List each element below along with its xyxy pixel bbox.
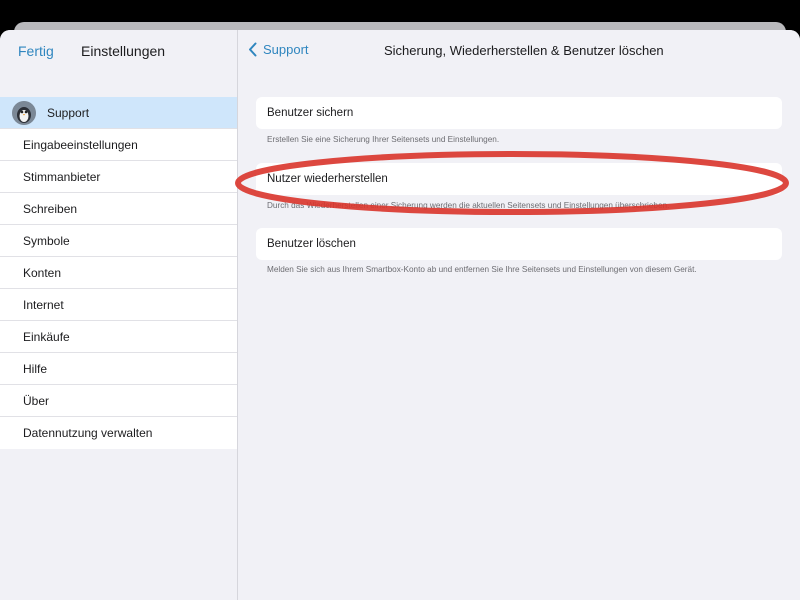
- sidebar-item-label: Einkäufe: [23, 329, 70, 344]
- sidebar-item-datennutzung[interactable]: Datennutzung verwalten: [0, 417, 237, 449]
- back-button[interactable]: Support: [248, 42, 309, 57]
- sidebar-title: Einstellungen: [81, 43, 166, 59]
- sidebar-item-label: Datennutzung verwalten: [23, 426, 153, 440]
- sidebar-item-label: Internet: [23, 297, 64, 312]
- sidebar-item-stimmanbieter[interactable]: Stimmanbieter: [0, 161, 237, 193]
- sidebar-item-konten[interactable]: Konten: [0, 257, 237, 289]
- sidebar-item-label: Stimmanbieter: [23, 169, 101, 184]
- sidebar-item-label: Hilfe: [23, 361, 48, 376]
- sidebar-item-schreiben[interactable]: Schreiben: [0, 193, 237, 225]
- sidebar: Fertig Einstellungen Support Eingabeeins…: [0, 30, 238, 600]
- sidebar-item-label: Support: [47, 105, 90, 120]
- sidebar-item-symbole[interactable]: Symbole: [0, 225, 237, 257]
- sidebar-item-einkaeufe[interactable]: Einkäufe: [0, 321, 237, 353]
- detail-pane: Support Sicherung, Wiederherstellen & Be…: [238, 30, 800, 600]
- option-description: Erstellen Sie eine Sicherung Ihrer Seite…: [267, 135, 500, 144]
- page-title: Sicherung, Wiederherstellen & Benutzer l…: [384, 43, 664, 58]
- sidebar-item-label: Über: [23, 393, 50, 408]
- option-label: Nutzer wiederherstellen: [267, 173, 388, 185]
- option-label: Benutzer löschen: [267, 238, 356, 250]
- penguin-avatar-icon: [12, 101, 36, 125]
- sidebar-item-ueber[interactable]: Über: [0, 385, 237, 417]
- sidebar-item-eingabeeinstellungen[interactable]: Eingabeeinstellungen: [0, 129, 237, 161]
- sidebar-item-label: Konten: [23, 265, 62, 280]
- sidebar-item-label: Eingabeeinstellungen: [23, 137, 138, 152]
- settings-sheet: Fertig Einstellungen Support Eingabeeins…: [0, 30, 800, 600]
- chevron-left-icon: [249, 42, 257, 57]
- settings-menu: Support Eingabeeinstellungen Stimmanbiet…: [0, 97, 237, 449]
- option-label: Benutzer sichern: [267, 107, 354, 119]
- done-button[interactable]: Fertig: [18, 43, 54, 59]
- sidebar-item-label: Schreiben: [23, 201, 78, 216]
- sidebar-item-internet[interactable]: Internet: [0, 289, 237, 321]
- sidebar-item-label: Symbole: [23, 233, 70, 248]
- option-description: Durch das Wiederherstellen einer Sicheru…: [267, 201, 670, 210]
- backup-user-button[interactable]: Benutzer sichern: [256, 97, 782, 129]
- sidebar-header: Fertig Einstellungen: [0, 30, 237, 72]
- restore-user-button[interactable]: Nutzer wiederherstellen: [256, 163, 782, 195]
- delete-user-button[interactable]: Benutzer löschen: [256, 228, 782, 260]
- sidebar-item-support[interactable]: Support: [0, 97, 237, 129]
- option-description: Melden Sie sich aus Ihrem Smartbox-Konto…: [267, 265, 697, 274]
- sidebar-item-hilfe[interactable]: Hilfe: [0, 353, 237, 385]
- back-button-label: Support: [263, 42, 309, 57]
